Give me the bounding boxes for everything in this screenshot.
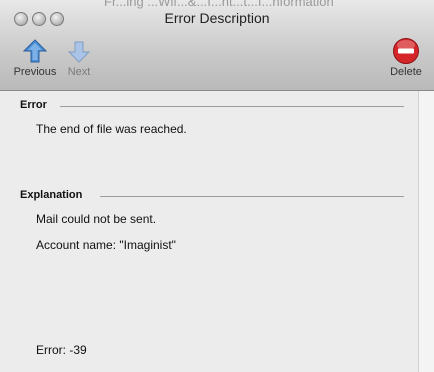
error-divider <box>60 106 404 107</box>
explanation-divider <box>100 196 404 197</box>
delete-icon <box>393 38 419 64</box>
next-label: Next <box>67 66 91 78</box>
arrow-up-icon <box>22 39 48 63</box>
explanation-line-1: Mail could not be sent. <box>36 212 157 226</box>
delete-label: Delete <box>390 66 422 78</box>
vertical-scrollbar[interactable] <box>418 91 434 372</box>
explanation-heading: Explanation <box>20 189 83 201</box>
previous-label: Previous <box>13 66 57 78</box>
arrow-down-icon <box>67 41 91 63</box>
error-message: The end of file was reached. <box>36 122 187 136</box>
explanation-line-2: Account name: "Imaginist" <box>36 238 176 252</box>
title-toolbar: Fr...ing ...Wif...&...I...nt...t...I...n… <box>0 0 434 91</box>
error-description-window: Fr...ing ...Wif...&...I...nt...t...I...n… <box>0 0 434 372</box>
background-window-title: Fr...ing ...Wif...&...I...nt...t...I...n… <box>104 0 334 9</box>
window-title: Error Description <box>164 10 270 26</box>
error-content-pane: Error The end of file was reached. Expla… <box>0 91 418 372</box>
error-heading: Error <box>20 99 47 111</box>
error-code: Error: -39 <box>36 343 87 357</box>
